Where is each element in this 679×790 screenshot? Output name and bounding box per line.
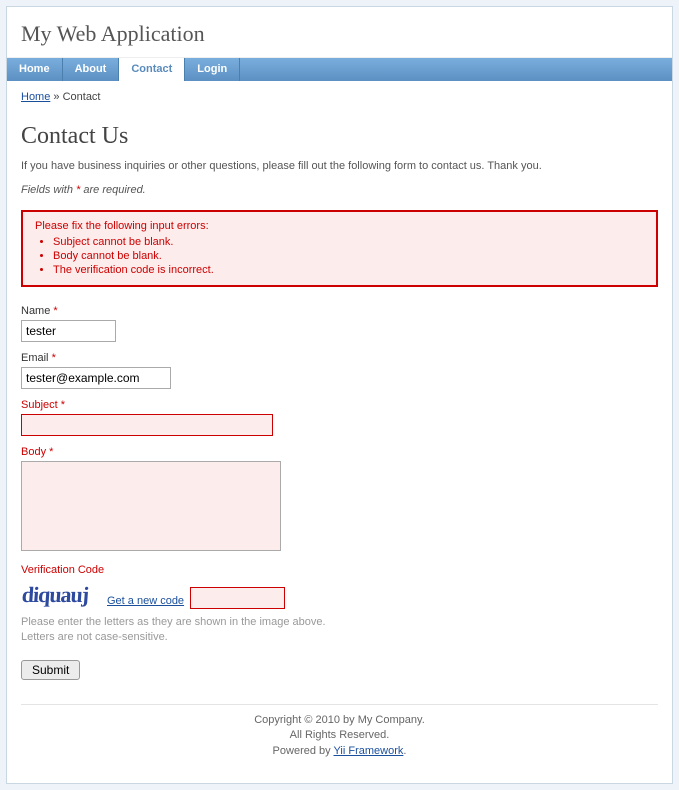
content: Home » Contact Contact Us If you have bu… [7,81,672,783]
verify-row: Verification Code diquauj Get a new code… [21,564,658,646]
app-window: My Web Application Home About Contact Lo… [6,6,673,784]
breadcrumb: Home » Contact [21,91,658,109]
verify-input[interactable] [190,587,285,609]
error-item: The verification code is incorrect. [53,264,644,276]
breadcrumb-home-link[interactable]: Home [21,91,50,103]
email-label: Email * [21,352,658,364]
note-prefix: Fields with [21,184,76,196]
footer: Copyright © 2010 by My Company. All Righ… [21,713,658,769]
footer-rights: All Rights Reserved. [290,729,390,741]
body-input[interactable] [21,461,281,551]
subject-input[interactable] [21,414,273,436]
captcha-image[interactable]: diquauj [21,579,101,609]
body-row: Body * [21,446,658,554]
menu-item-about[interactable]: About [63,58,120,81]
hint-line1: Please enter the letters as they are sho… [21,616,326,628]
required-note: Fields with * are required. [21,184,658,196]
error-item: Body cannot be blank. [53,250,644,262]
error-list: Subject cannot be blank. Body cannot be … [53,236,644,276]
submit-button[interactable]: Submit [21,660,80,680]
breadcrumb-current: Contact [63,91,101,103]
footer-powered-suffix: . [403,745,406,757]
subject-row: Subject * [21,399,658,436]
body-label: Body * [21,446,658,458]
footer-separator [21,704,658,705]
subject-label: Subject * [21,399,658,411]
name-input[interactable] [21,320,116,342]
footer-powered-prefix: Powered by [273,745,334,757]
main-menu: Home About Contact Login [7,58,672,81]
header: My Web Application [7,7,672,58]
captcha-text: diquauj [21,582,89,607]
page-heading: Contact Us [21,123,658,150]
intro-text: If you have business inquiries or other … [21,160,658,172]
captcha-row: diquauj Get a new code [21,579,658,609]
name-row: Name * [21,305,658,342]
hint-line2: Letters are not case-sensitive. [21,631,168,643]
breadcrumb-sep: » [50,91,62,103]
menu-item-home[interactable]: Home [7,58,63,81]
verify-label: Verification Code [21,564,658,576]
menu-item-login[interactable]: Login [185,58,240,81]
footer-copyright: Copyright © 2010 by My Company. [254,714,425,726]
captcha-hint: Please enter the letters as they are sho… [21,615,658,646]
error-summary-title: Please fix the following input errors: [35,220,644,232]
footer-framework-link[interactable]: Yii Framework [334,745,404,757]
menu-item-contact[interactable]: Contact [119,58,185,81]
name-label: Name * [21,305,658,317]
error-summary: Please fix the following input errors: S… [21,210,658,287]
email-row: Email * [21,352,658,389]
site-title: My Web Application [21,21,658,47]
error-item: Subject cannot be blank. [53,236,644,248]
note-suffix: are required. [80,184,145,196]
email-input[interactable] [21,367,171,389]
contact-form: Name * Email * Subject * Body * Verifica… [21,305,658,680]
new-code-link[interactable]: Get a new code [107,595,184,607]
